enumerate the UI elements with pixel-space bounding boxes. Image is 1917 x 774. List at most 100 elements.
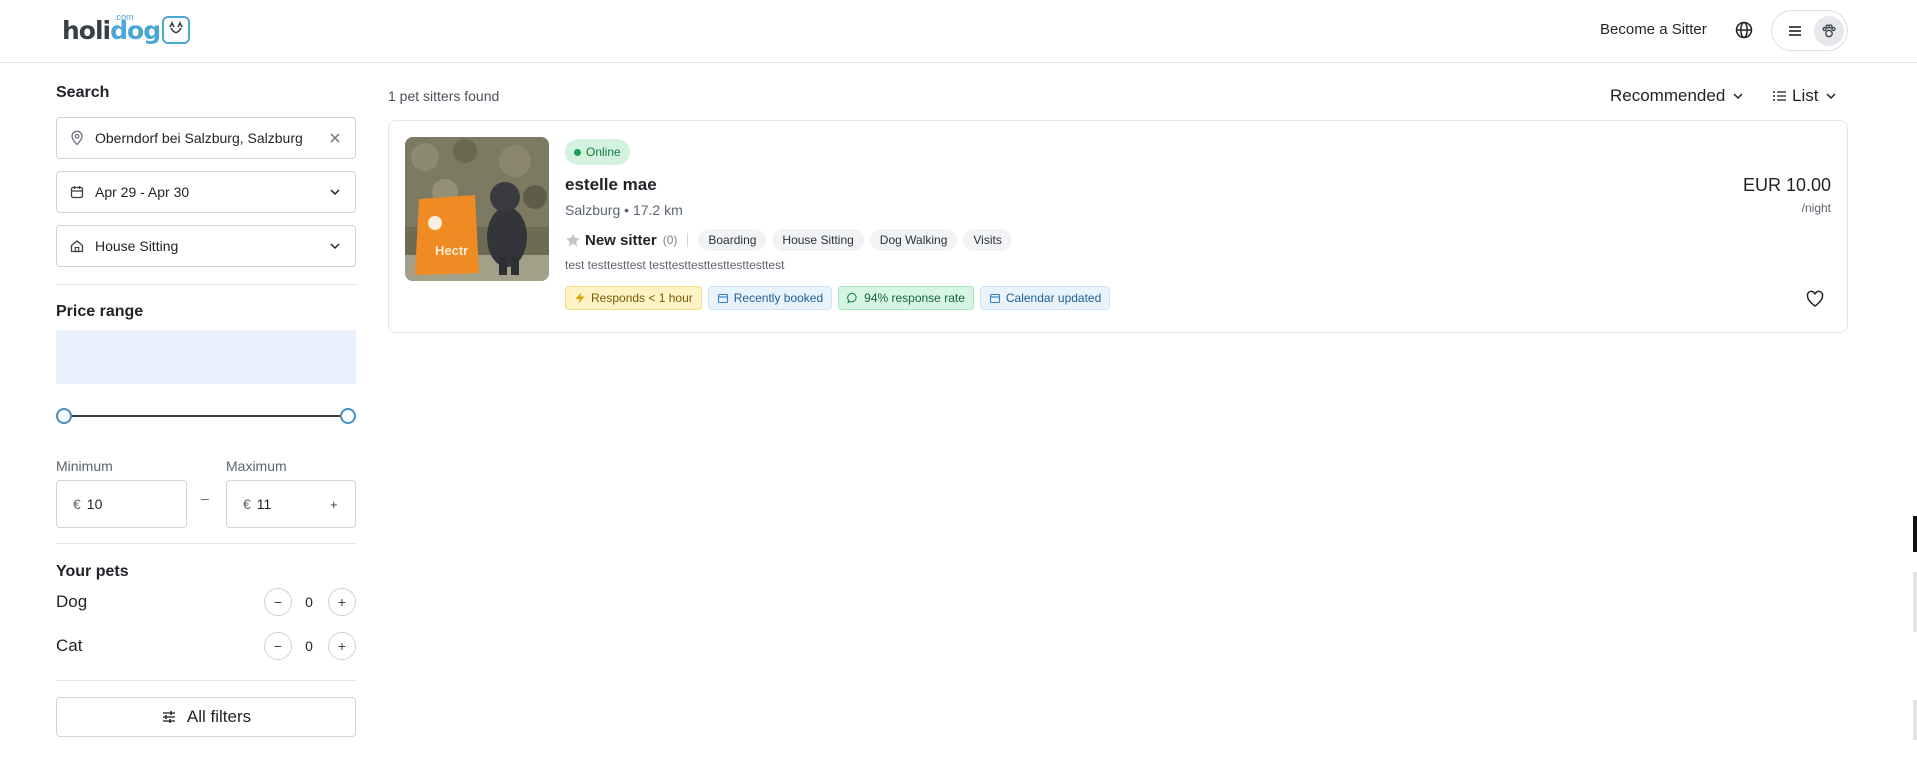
- badge-label: Responds < 1 hour: [591, 291, 693, 305]
- holidog-logo[interactable]: holidog .com: [62, 12, 191, 47]
- sitter-badges: Responds < 1 hour Recently booked 94% re…: [565, 286, 1116, 310]
- maximum-price-value: 11: [256, 496, 272, 512]
- chevron-down-icon: [330, 189, 340, 196]
- star-icon: [566, 233, 580, 247]
- price-range-heading: Price range: [56, 303, 144, 320]
- dog-photo-image: Hectr: [405, 137, 549, 281]
- chevron-down-icon: [1733, 93, 1743, 100]
- service-type-select[interactable]: House Sitting: [56, 225, 356, 267]
- calendar-updated-badge: Calendar updated: [979, 286, 1111, 310]
- currency-symbol: €: [243, 496, 251, 512]
- calendar-icon: [989, 293, 1000, 304]
- sitter-name[interactable]: estelle mae: [565, 175, 657, 195]
- heart-icon[interactable]: [1805, 289, 1825, 309]
- svg-text:Hectr: Hectr: [435, 243, 468, 258]
- online-status-badge: Online: [565, 139, 630, 165]
- maximum-label: Maximum: [226, 458, 287, 474]
- results-count: 1 pet sitters found: [388, 88, 500, 104]
- sitter-distance: 17.2 km: [632, 202, 683, 218]
- map-pin-icon: [71, 130, 83, 146]
- location-value: Oberndorf bei Salzburg, Salzburg: [95, 130, 303, 146]
- dog-increment-button[interactable]: +: [328, 588, 356, 616]
- cat-increment-button[interactable]: +: [328, 632, 356, 660]
- price-slider-max-handle[interactable]: [340, 408, 356, 424]
- minimum-price-value: 10: [86, 496, 103, 512]
- service-chip: Visits: [963, 229, 1012, 251]
- section-divider: [56, 680, 356, 681]
- search-heading: Search: [56, 84, 110, 101]
- all-filters-button[interactable]: All filters: [56, 697, 356, 737]
- clear-icon[interactable]: [327, 130, 343, 146]
- price-slider-min-handle[interactable]: [56, 408, 72, 424]
- service-type-value: House Sitting: [95, 238, 179, 254]
- chevron-down-icon: [330, 243, 340, 250]
- user-menu-button[interactable]: [1771, 10, 1848, 51]
- price-histogram: [56, 330, 356, 384]
- badge-label: Recently booked: [733, 291, 824, 305]
- calendar-icon: [717, 293, 728, 304]
- scrollbar-track-segment: [1913, 700, 1917, 740]
- chat-icon: [847, 292, 857, 304]
- scrollbar-thumb[interactable]: [1913, 516, 1917, 552]
- dog-count: 0: [305, 594, 313, 610]
- cat-decrement-button[interactable]: −: [264, 632, 292, 660]
- review-count: (0): [662, 233, 678, 247]
- rating-label: New sitter: [585, 231, 657, 249]
- sitter-location-row: Salzburg • 17.2 km: [565, 202, 683, 218]
- online-dot-icon: [574, 148, 581, 156]
- section-divider: [56, 284, 356, 285]
- pet-label-dog: Dog: [56, 592, 88, 611]
- all-filters-label: All filters: [186, 707, 252, 726]
- sliders-icon: [162, 711, 175, 723]
- section-divider: [56, 543, 356, 544]
- list-icon: [1773, 91, 1786, 101]
- logo-com: .com: [114, 12, 134, 22]
- globe-icon[interactable]: [1734, 20, 1754, 40]
- top-header: holidog .com Become a Sitter: [0, 0, 1917, 63]
- price-unit: /night: [1801, 201, 1831, 215]
- house-icon: [70, 240, 84, 253]
- sitter-description: test testtesttest testtesttesttesttestte…: [565, 258, 785, 272]
- logo-dog-icon: [162, 16, 191, 44]
- minimum-price-input[interactable]: € 10: [56, 480, 187, 528]
- vertical-separator: [687, 233, 689, 247]
- view-mode-dropdown[interactable]: List: [1772, 86, 1838, 106]
- recently-booked-badge: Recently booked: [707, 286, 833, 310]
- scrollbar-track-segment: [1913, 572, 1917, 632]
- sitter-city: Salzburg: [565, 202, 621, 218]
- sort-label: Recommended: [1610, 86, 1726, 105]
- sitter-card[interactable]: Hectr Online estelle mae Salzburg • 17.2…: [388, 120, 1848, 333]
- rating-and-services-row: New sitter (0) Boarding House Sitting Do…: [565, 229, 1018, 251]
- sitter-photo[interactable]: Hectr: [405, 137, 549, 281]
- paw-icon: [1822, 23, 1836, 37]
- location-input[interactable]: Oberndorf bei Salzburg, Salzburg: [56, 117, 356, 159]
- chevron-down-icon: [1826, 93, 1836, 100]
- dog-decrement-button[interactable]: −: [264, 588, 292, 616]
- hamburger-menu-icon: [1789, 25, 1801, 36]
- pet-label-cat: Cat: [56, 636, 83, 655]
- responds-fast-badge: Responds < 1 hour: [565, 286, 702, 310]
- cat-count: 0: [305, 638, 313, 654]
- bolt-icon: [575, 292, 585, 304]
- service-chip: House Sitting: [772, 229, 864, 251]
- date-range-value: Apr 29 - Apr 30: [95, 184, 190, 200]
- separator-bullet: •: [624, 202, 630, 218]
- online-status-label: Online: [586, 145, 621, 159]
- max-increment-button[interactable]: +: [330, 497, 338, 512]
- price-slider-track[interactable]: [70, 415, 342, 417]
- service-chip: Dog Walking: [869, 229, 958, 251]
- badge-label: 94% response rate: [864, 291, 965, 305]
- avatar: [1814, 15, 1844, 46]
- minimum-label: Minimum: [56, 458, 113, 474]
- logo-text-holi: holi: [62, 15, 111, 45]
- badge-label: Calendar updated: [1005, 291, 1102, 305]
- date-range-select[interactable]: Apr 29 - Apr 30: [56, 171, 356, 213]
- view-mode-label: List: [1792, 86, 1819, 105]
- become-sitter-link[interactable]: Become a Sitter: [1600, 21, 1707, 38]
- sort-dropdown[interactable]: Recommended: [1610, 86, 1745, 106]
- currency-symbol: €: [73, 496, 81, 512]
- your-pets-heading: Your pets: [56, 563, 129, 580]
- calendar-icon: [70, 186, 84, 199]
- range-dash: –: [201, 490, 209, 506]
- service-chip: Boarding: [698, 229, 767, 251]
